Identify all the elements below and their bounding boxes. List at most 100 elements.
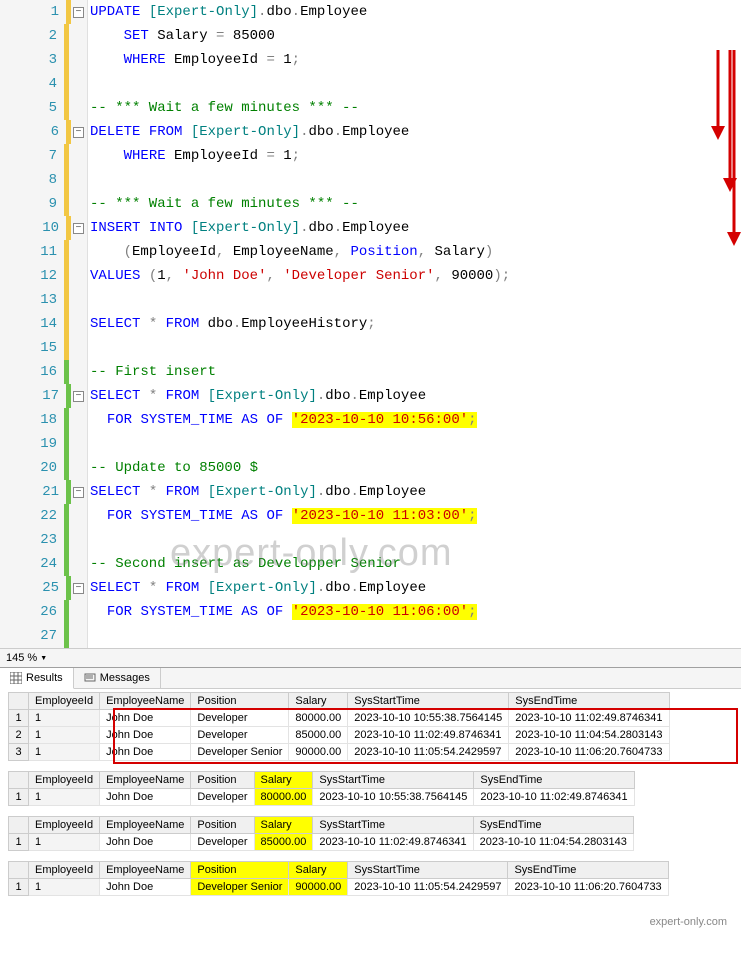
cell[interactable]: John Doe [100, 727, 191, 744]
col-header[interactable]: Salary [254, 817, 313, 834]
col-header[interactable]: EmployeeName [100, 817, 191, 834]
col-header[interactable]: SysStartTime [313, 817, 473, 834]
fold-toggle[interactable]: − [73, 583, 84, 594]
result-grid-2[interactable]: EmployeeIdEmployeeNamePositionSalarySysS… [8, 771, 733, 806]
code-area[interactable]: UPDATE [Expert-Only].dbo.Employee SET Sa… [88, 0, 741, 648]
cell[interactable]: 2023-10-10 11:06:20.7604733 [509, 744, 669, 761]
code-line[interactable]: -- Second insert as Developper Senior [90, 552, 741, 576]
code-line[interactable]: WHERE EmployeeId = 1; [90, 144, 741, 168]
fold-toggle[interactable]: − [73, 127, 84, 138]
table-row[interactable]: 31John DoeDeveloper Senior90000.002023-1… [9, 744, 670, 761]
fold-toggle[interactable]: − [73, 487, 84, 498]
cell[interactable]: 80000.00 [289, 710, 348, 727]
sql-editor[interactable]: 1−23456−78910−11121314151617−18192021−22… [0, 0, 741, 648]
cell[interactable]: 2023-10-10 11:04:54.2803143 [509, 727, 669, 744]
col-header[interactable]: SysEndTime [474, 772, 634, 789]
cell[interactable]: 1 [29, 834, 100, 851]
cell[interactable]: John Doe [100, 710, 191, 727]
col-header[interactable]: Salary [289, 862, 348, 879]
col-header[interactable]: Salary [254, 772, 313, 789]
cell[interactable]: 2023-10-10 11:05:54.2429597 [348, 744, 509, 761]
code-line[interactable]: SELECT * FROM [Expert-Only].dbo.Employee [90, 480, 741, 504]
col-header[interactable]: SysStartTime [348, 862, 508, 879]
col-header[interactable]: EmployeeName [100, 862, 191, 879]
cell[interactable]: 85000.00 [254, 834, 313, 851]
row-header[interactable]: 3 [9, 744, 29, 761]
code-line[interactable] [90, 528, 741, 552]
code-line[interactable]: UPDATE [Expert-Only].dbo.Employee [90, 0, 741, 24]
code-line[interactable]: -- *** Wait a few minutes *** -- [90, 96, 741, 120]
code-line[interactable] [90, 168, 741, 192]
cell[interactable]: 2023-10-10 11:04:54.2803143 [473, 834, 633, 851]
cell[interactable]: 1 [29, 710, 100, 727]
cell[interactable]: 2023-10-10 11:02:49.8746341 [474, 789, 634, 806]
code-line[interactable]: SELECT * FROM dbo.EmployeeHistory; [90, 312, 741, 336]
zoom-control[interactable]: 145 % ▼ [0, 648, 741, 667]
code-line[interactable]: WHERE EmployeeId = 1; [90, 48, 741, 72]
result-grid-3[interactable]: EmployeeIdEmployeeNamePositionSalarySysS… [8, 816, 733, 851]
col-header[interactable]: Position [191, 862, 289, 879]
cell[interactable]: 1 [29, 789, 100, 806]
cell[interactable]: John Doe [100, 879, 191, 896]
tab-messages[interactable]: Messages [74, 668, 161, 688]
col-header[interactable]: EmployeeId [29, 772, 100, 789]
cell[interactable]: 1 [29, 727, 100, 744]
code-line[interactable] [90, 336, 741, 360]
cell[interactable]: 1 [29, 744, 100, 761]
cell[interactable]: Developer Senior [191, 744, 289, 761]
cell[interactable]: 2023-10-10 11:02:49.8746341 [313, 834, 473, 851]
code-line[interactable]: SELECT * FROM [Expert-Only].dbo.Employee [90, 384, 741, 408]
cell[interactable]: 2023-10-10 10:55:38.7564145 [313, 789, 474, 806]
code-line[interactable]: INSERT INTO [Expert-Only].dbo.Employee [90, 216, 741, 240]
cell[interactable]: 90000.00 [289, 744, 348, 761]
cell[interactable]: Developer [191, 789, 254, 806]
cell[interactable]: 2023-10-10 11:02:49.8746341 [509, 710, 669, 727]
cell[interactable]: 1 [29, 879, 100, 896]
row-header[interactable]: 1 [9, 834, 29, 851]
cell[interactable]: John Doe [100, 744, 191, 761]
col-header[interactable]: SysStartTime [348, 693, 509, 710]
code-line[interactable]: (EmployeeId, EmployeeName, Position, Sal… [90, 240, 741, 264]
code-line[interactable] [90, 72, 741, 96]
code-line[interactable]: SET Salary = 85000 [90, 24, 741, 48]
row-header[interactable]: 1 [9, 789, 29, 806]
col-header[interactable]: EmployeeId [29, 693, 100, 710]
cell[interactable]: John Doe [100, 789, 191, 806]
table-row[interactable]: 11John DoeDeveloper Senior90000.002023-1… [9, 879, 669, 896]
cell[interactable]: Developer [191, 710, 289, 727]
col-header[interactable]: SysStartTime [313, 772, 474, 789]
cell[interactable]: 2023-10-10 11:05:54.2429597 [348, 879, 508, 896]
result-grid-4[interactable]: EmployeeIdEmployeeNamePositionSalarySysS… [8, 861, 733, 896]
fold-toggle[interactable]: − [73, 391, 84, 402]
table-row[interactable]: 11John DoeDeveloper80000.002023-10-10 10… [9, 789, 635, 806]
col-header[interactable]: EmployeeName [100, 772, 191, 789]
table-row[interactable]: 21John DoeDeveloper85000.002023-10-10 11… [9, 727, 670, 744]
cell[interactable]: 2023-10-10 11:02:49.8746341 [348, 727, 509, 744]
code-line[interactable]: FOR SYSTEM_TIME AS OF '2023-10-10 11:03:… [90, 504, 741, 528]
code-line[interactable] [90, 288, 741, 312]
cell[interactable]: 2023-10-10 10:55:38.7564145 [348, 710, 509, 727]
cell[interactable]: 90000.00 [289, 879, 348, 896]
col-header[interactable]: SysEndTime [509, 693, 669, 710]
tab-results[interactable]: Results [0, 668, 74, 689]
cell[interactable]: John Doe [100, 834, 191, 851]
code-line[interactable]: FOR SYSTEM_TIME AS OF '2023-10-10 11:06:… [90, 600, 741, 624]
fold-toggle[interactable]: − [73, 7, 84, 18]
code-line[interactable]: -- First insert [90, 360, 741, 384]
col-header[interactable]: Salary [289, 693, 348, 710]
col-header[interactable]: Position [191, 693, 289, 710]
cell[interactable]: 80000.00 [254, 789, 313, 806]
row-header[interactable]: 2 [9, 727, 29, 744]
col-header[interactable]: SysEndTime [473, 817, 633, 834]
code-line[interactable] [90, 624, 741, 648]
fold-toggle[interactable]: − [73, 223, 84, 234]
code-line[interactable]: SELECT * FROM [Expert-Only].dbo.Employee [90, 576, 741, 600]
code-line[interactable]: FOR SYSTEM_TIME AS OF '2023-10-10 10:56:… [90, 408, 741, 432]
row-header[interactable]: 1 [9, 879, 29, 896]
col-header[interactable]: EmployeeName [100, 693, 191, 710]
code-line[interactable]: VALUES (1, 'John Doe', 'Developer Senior… [90, 264, 741, 288]
col-header[interactable]: SysEndTime [508, 862, 668, 879]
dropdown-icon[interactable]: ▼ [40, 655, 47, 662]
cell[interactable]: Developer [191, 834, 254, 851]
table-row[interactable]: 11John DoeDeveloper85000.002023-10-10 11… [9, 834, 634, 851]
